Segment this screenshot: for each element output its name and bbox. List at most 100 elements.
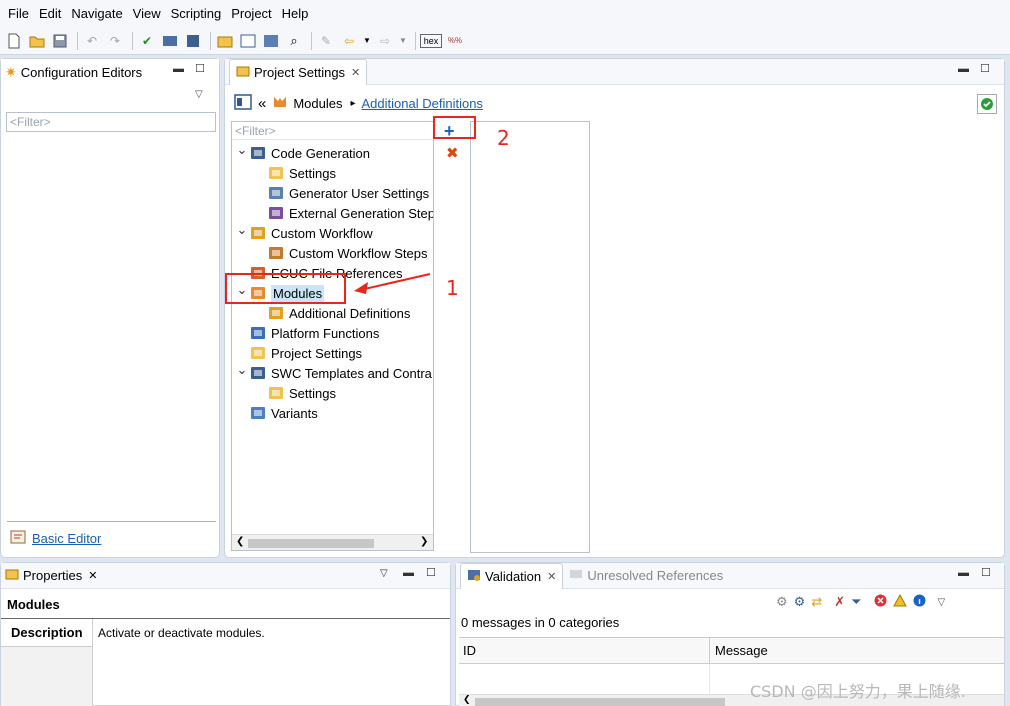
minimize-icon[interactable]: ▬: [173, 63, 184, 75]
clear-icon[interactable]: ✗: [834, 594, 845, 610]
new-file-icon[interactable]: [4, 31, 24, 51]
validate-icon[interactable]: ✔: [137, 31, 157, 51]
breadcrumb-back[interactable]: «: [258, 95, 266, 112]
save-icon[interactable]: [50, 31, 70, 51]
tree-item[interactable]: Additional Definitions: [254, 303, 410, 323]
tree-item[interactable]: Generator User Settings: [254, 183, 429, 203]
tree-item[interactable]: ⌄ Code Generation: [236, 142, 370, 163]
view-menu-chevron-icon[interactable]: ▽: [380, 568, 388, 579]
basic-editor-label[interactable]: Basic Editor: [32, 531, 101, 546]
tree-item[interactable]: Platform Functions: [236, 323, 379, 343]
binoculars-icon[interactable]: ⌕: [284, 31, 304, 51]
swap-icon[interactable]: ⇄: [811, 594, 822, 610]
config-filter-input[interactable]: <Filter>: [6, 112, 216, 132]
scroll-right-icon[interactable]: ❯: [420, 536, 428, 547]
minimize-icon[interactable]: ▬: [958, 567, 969, 579]
generate-icon[interactable]: [160, 31, 180, 51]
minimize-icon[interactable]: ▬: [958, 63, 969, 75]
forward-dropdown-icon[interactable]: ▼: [398, 31, 408, 51]
toolbar-separator: [415, 31, 416, 50]
remove-definition-button[interactable]: ✖: [446, 144, 459, 162]
tree-item[interactable]: ⌄ SWC Templates and Contra: [236, 362, 432, 383]
layout-icon[interactable]: [238, 31, 258, 51]
undo-icon[interactable]: ↶: [82, 31, 102, 51]
back-dropdown-icon[interactable]: ▼: [362, 31, 372, 51]
config-icon[interactable]: [261, 31, 281, 51]
highlight-icon[interactable]: ✎: [316, 31, 336, 51]
chevron-down-icon[interactable]: ⌄: [236, 142, 248, 158]
tab-project-settings[interactable]: Project Settings ✕: [229, 58, 368, 85]
sun-icon: ✷: [5, 63, 17, 80]
close-icon[interactable]: ✕: [88, 569, 97, 582]
menu-file[interactable]: File: [3, 0, 34, 27]
format-icon[interactable]: %%: [445, 31, 465, 51]
column-message[interactable]: Message: [709, 637, 1004, 664]
open-folder-icon[interactable]: [27, 31, 47, 51]
project-settings-icon[interactable]: [215, 31, 235, 51]
tree-filter-input[interactable]: <Filter>: [232, 122, 433, 140]
redo-icon[interactable]: ↷: [105, 31, 125, 51]
maximize-icon[interactable]: ☐: [981, 566, 991, 579]
menu-project[interactable]: Project: [226, 0, 276, 27]
scroll-left-icon[interactable]: ❮: [463, 694, 471, 705]
page-icon[interactable]: [234, 93, 252, 113]
error-icon[interactable]: [874, 594, 887, 610]
main-toolbar: ↶ ↷ ✔ ⌕ ✎ ⇦ ▼ ⇨ ▼ hex %%: [0, 27, 1010, 55]
maximize-icon[interactable]: ☐: [426, 566, 436, 579]
scroll-left-icon[interactable]: ❮: [236, 536, 244, 547]
tree-item[interactable]: ⌄ Custom Workflow: [236, 222, 373, 243]
validation-toolbar: ⚙ ⚙ ⇄ ✗ ⏷ ▽: [776, 593, 946, 610]
tree-item[interactable]: Custom Workflow Steps: [254, 243, 427, 263]
breadcrumb-modules[interactable]: Modules: [293, 96, 342, 111]
minimize-icon[interactable]: ▬: [403, 567, 414, 579]
column-id[interactable]: ID: [459, 637, 709, 664]
breadcrumb-current[interactable]: Additional Definitions: [362, 96, 483, 111]
menu-navigate[interactable]: Navigate: [66, 0, 127, 27]
tree-item[interactable]: Settings: [254, 163, 336, 183]
database-icon[interactable]: [183, 31, 203, 51]
basic-editor-link[interactable]: Basic Editor: [10, 530, 101, 547]
maximize-icon[interactable]: ☐: [195, 62, 205, 75]
unresolved-icon: [569, 568, 583, 583]
gear-icon[interactable]: ⚙: [794, 594, 806, 610]
back-arrow-icon[interactable]: ⇦: [339, 31, 359, 51]
chevron-down-icon[interactable]: ⌄: [236, 362, 248, 378]
menu-edit[interactable]: Edit: [34, 0, 66, 27]
close-icon[interactable]: ✕: [351, 66, 360, 79]
tree-item[interactable]: Settings: [254, 383, 336, 403]
scroll-thumb[interactable]: [475, 698, 725, 706]
view-menu-chevron-icon[interactable]: ▽: [195, 89, 203, 100]
external-gen-icon: [268, 205, 284, 221]
tree-item-label: External Generation Step: [289, 205, 434, 221]
maximize-icon[interactable]: ☐: [980, 62, 990, 75]
validation-ok-icon[interactable]: [977, 94, 997, 114]
scroll-thumb[interactable]: [248, 539, 374, 548]
tree-item[interactable]: Variants: [236, 403, 318, 423]
tree-item-label: Settings: [289, 385, 336, 401]
properties-section-title: Modules: [7, 597, 60, 612]
tree-item[interactable]: Project Settings: [236, 343, 362, 363]
tree-item[interactable]: External Generation Step: [254, 203, 434, 223]
tab-unresolved-references[interactable]: Unresolved References: [563, 563, 729, 589]
breadcrumb: « Modules ▸ Additional Definitions: [234, 93, 483, 113]
funnel-icon[interactable]: ⏷: [851, 594, 861, 610]
hex-icon[interactable]: hex: [420, 33, 442, 48]
close-icon[interactable]: ✕: [547, 570, 556, 583]
definitions-list[interactable]: [470, 121, 590, 553]
filter-icon[interactable]: ⚙: [776, 594, 788, 610]
warning-icon[interactable]: [892, 593, 907, 610]
forward-arrow-icon[interactable]: ⇨: [375, 31, 395, 51]
annotation-box-add: [433, 116, 476, 139]
tab-validation[interactable]: Validation ✕: [460, 562, 564, 589]
tree-horizontal-scrollbar[interactable]: ❮ ❯: [232, 534, 433, 550]
tree-item-label: Generator User Settings: [289, 185, 430, 201]
info-icon[interactable]: [913, 594, 926, 610]
menu-scripting[interactable]: Scripting: [166, 0, 227, 27]
properties-title[interactable]: Properties: [23, 568, 82, 583]
view-menu-chevron-icon[interactable]: ▽: [938, 597, 946, 608]
menu-view[interactable]: View: [128, 0, 166, 27]
tab-description[interactable]: Description: [1, 619, 92, 647]
chevron-down-icon[interactable]: ⌄: [236, 222, 248, 238]
tree-item-label: Platform Functions: [271, 325, 380, 341]
menu-help[interactable]: Help: [277, 0, 314, 27]
